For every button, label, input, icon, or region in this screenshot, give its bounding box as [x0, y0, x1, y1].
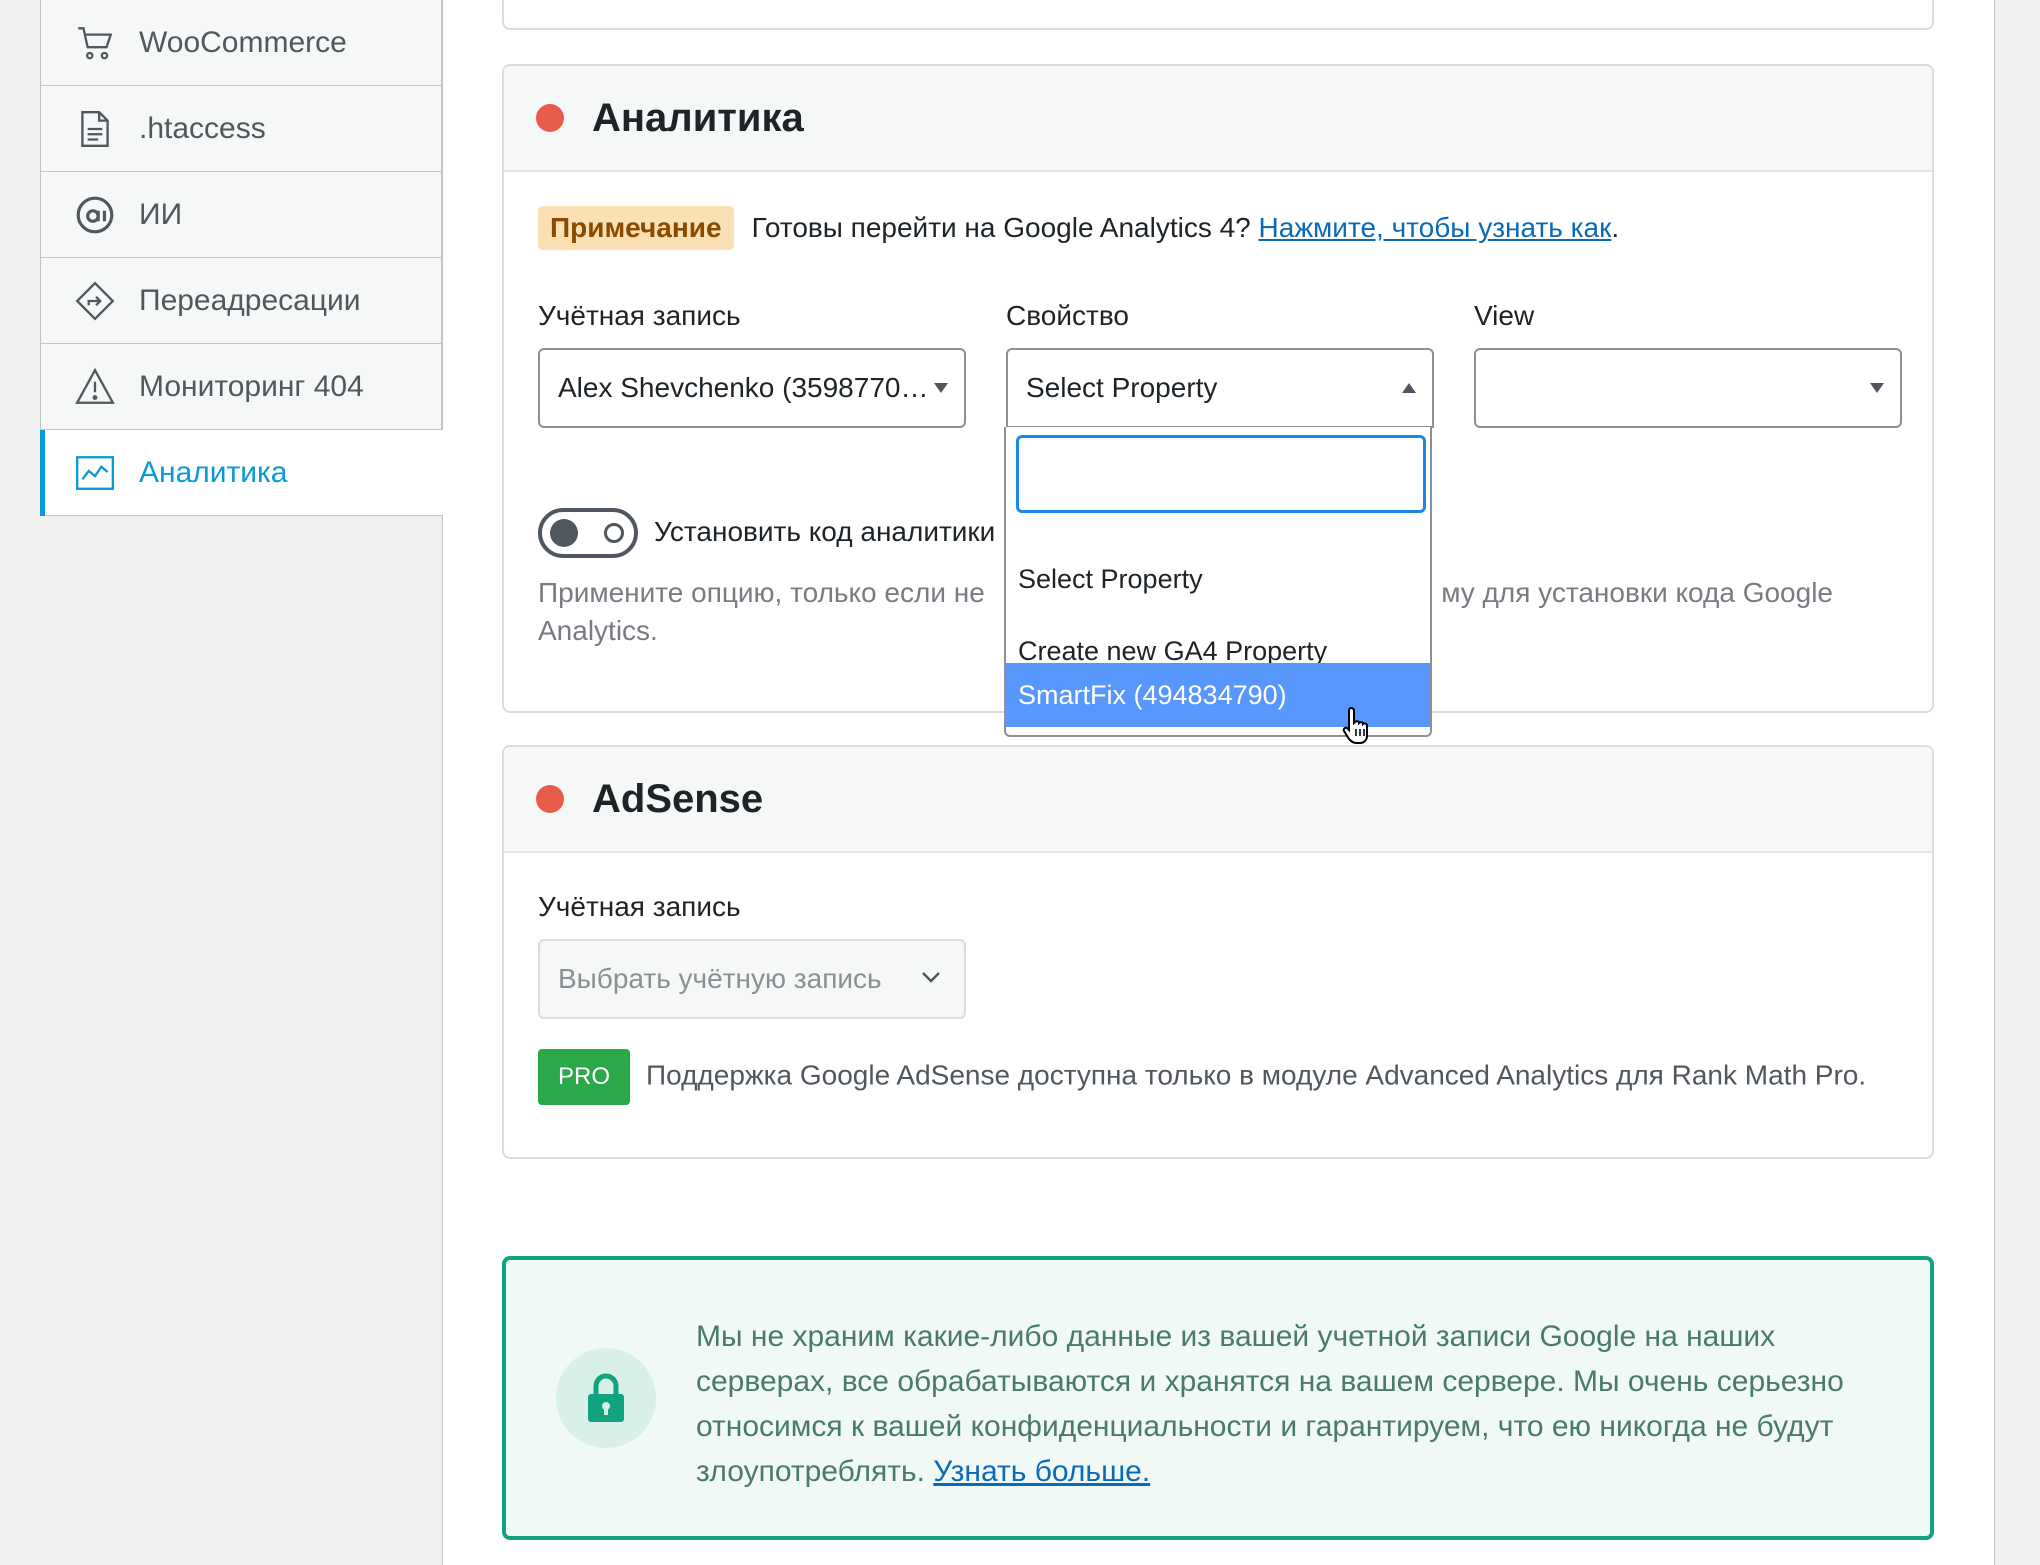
install-code-toggle[interactable]	[538, 508, 638, 558]
adsense-title: AdSense	[592, 776, 764, 821]
adsense-pro-note: PRO Поддержка Google AdSense доступна тол…	[538, 1049, 1898, 1105]
chevron-down-icon	[934, 383, 948, 393]
notice-period: .	[1611, 212, 1620, 243]
hand-cursor-icon	[1342, 705, 1372, 750]
file-icon	[73, 107, 117, 151]
chevron-down-icon	[1870, 383, 1884, 393]
sidebar-item-label: .htaccess	[139, 111, 266, 145]
adsense-account-placeholder: Выбрать учётную запись	[558, 963, 882, 994]
adsense-account-select[interactable]: Выбрать учётную запись	[538, 939, 966, 1019]
view-label: View	[1474, 300, 1535, 331]
status-dot	[536, 104, 564, 132]
sidebar-item-woocommerce[interactable]: WooCommerce	[40, 0, 442, 86]
privacy-learn-more-link[interactable]: Узнать больше.	[933, 1455, 1150, 1488]
adsense-account-label: Учётная запись	[538, 891, 741, 922]
previous-card-bottom	[502, 0, 1934, 30]
view-select[interactable]	[1474, 348, 1902, 428]
account-select[interactable]: Alex Shevchenko (3598770…	[538, 348, 966, 428]
sidebar-item-label: WooCommerce	[139, 25, 347, 59]
chart-line-icon	[73, 451, 117, 495]
redirect-icon	[73, 279, 117, 323]
adsense-card-header: AdSense	[504, 747, 1932, 853]
ga4-notice: Примечание Готовы перейти на Google Anal…	[538, 206, 1619, 250]
chevron-up-icon	[1402, 383, 1416, 393]
property-select-value: Select Property	[1026, 372, 1218, 403]
property-search-input[interactable]	[1016, 435, 1426, 513]
sidebar-item-redirections[interactable]: Переадресации	[40, 258, 442, 344]
property-dropdown: Select Property Create new GA4 Property …	[1004, 427, 1432, 737]
help-text-right: му для установки кода Google	[1441, 577, 1833, 608]
sidebar-item-404-monitor[interactable]: Мониторинг 404	[40, 344, 442, 430]
privacy-text: Мы не храним какие-либо данные из вашей …	[696, 1314, 1896, 1494]
account-select-value: Alex Shevchenko (3598770…	[558, 372, 929, 403]
status-dot	[536, 785, 564, 813]
privacy-notice: Мы не храним какие-либо данные из вашей …	[502, 1256, 1934, 1540]
sidebar-item-label: Мониторинг 404	[139, 369, 364, 403]
toggle-off-ring	[604, 523, 624, 543]
cart-icon	[73, 21, 117, 65]
account-label: Учётная запись	[538, 300, 741, 331]
ai-icon	[73, 193, 117, 237]
sidebar-item-htaccess[interactable]: .htaccess	[40, 86, 442, 172]
analytics-title: Аналитика	[592, 95, 804, 140]
dropdown-option[interactable]: Select Property	[1006, 543, 1430, 615]
help-text-left: Примените опцию, только если не	[538, 577, 985, 608]
pro-badge: PRO	[538, 1049, 631, 1105]
privacy-body: Мы не храним какие-либо данные из вашей …	[696, 1320, 1844, 1488]
lock-icon	[556, 1348, 656, 1448]
sidebar-item-ai[interactable]: ИИ	[40, 172, 442, 258]
notice-text: Готовы перейти на Google Analytics 4?	[751, 212, 1251, 243]
warning-icon	[73, 365, 117, 409]
sidebar-item-label: Переадресации	[139, 283, 361, 317]
sidebar-item-analytics[interactable]: Аналитика	[40, 430, 443, 516]
analytics-card-header: Аналитика	[504, 66, 1932, 172]
ga4-learn-link[interactable]: Нажмите, чтобы узнать как	[1259, 212, 1612, 244]
notice-badge: Примечание	[538, 206, 734, 250]
sidebar-item-label: ИИ	[139, 197, 183, 231]
sidebar-item-label: Аналитика	[139, 455, 288, 489]
property-select[interactable]: Select Property	[1006, 348, 1434, 428]
chevron-down-icon	[920, 963, 942, 995]
toggle-label: Установить код аналитики	[654, 516, 996, 547]
adsense-card: AdSense Учётная запись Выбрать учётную з…	[502, 745, 1934, 1159]
pro-note-text: Поддержка Google AdSense доступна только…	[646, 1059, 1867, 1091]
toggle-knob	[550, 519, 578, 547]
settings-sidebar: WooCommerce .htaccess ИИ Переадресации М…	[40, 0, 443, 516]
property-label: Свойство	[1006, 300, 1129, 331]
